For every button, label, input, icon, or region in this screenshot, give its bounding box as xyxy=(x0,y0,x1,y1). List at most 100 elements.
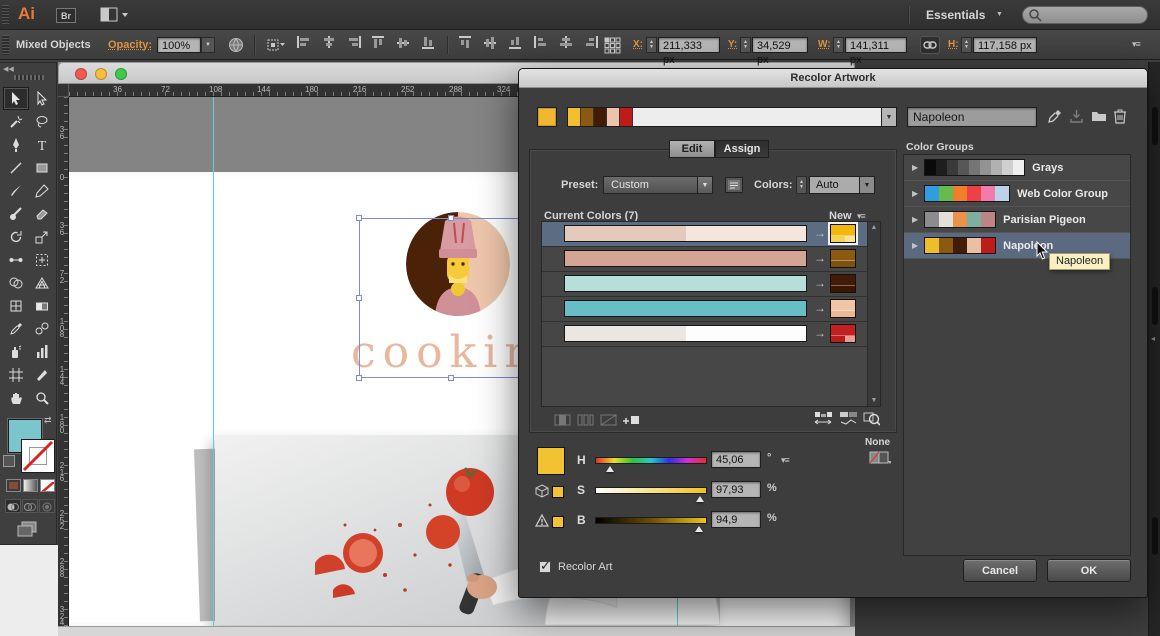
brightness-slider-handle[interactable] xyxy=(695,526,703,532)
merge-colors-icon[interactable] xyxy=(554,413,571,431)
constrain-proportions-button[interactable] xyxy=(920,36,940,54)
color-group-dropdown[interactable]: ▼ xyxy=(567,107,897,127)
save-group-icon[interactable] xyxy=(1069,109,1084,129)
h-field[interactable]: 117,158 px xyxy=(973,37,1037,53)
artboard-tool[interactable] xyxy=(3,363,29,386)
guide-line[interactable] xyxy=(213,97,214,626)
disclosure-triangle-icon[interactable]: ▶ xyxy=(912,215,918,224)
saturation-slider[interactable] xyxy=(595,487,707,494)
hsb-color-swatch[interactable] xyxy=(537,447,565,475)
saturation-slider-handle[interactable] xyxy=(696,496,704,502)
control-panel-menu-icon[interactable]: ▾≡ xyxy=(1132,39,1140,50)
color-group-row-parisian-pigeon[interactable]: ▶Parisian Pigeon xyxy=(904,207,1130,233)
free-transform-tool[interactable] xyxy=(29,248,55,271)
opacity-label[interactable]: Opacity: xyxy=(108,39,152,51)
hue-slider-handle[interactable] xyxy=(606,466,614,472)
dock-handle[interactable] xyxy=(1152,517,1158,555)
rotate-tool[interactable] xyxy=(3,225,29,248)
saturation-value-field[interactable]: 97,93 xyxy=(711,481,761,498)
y-stepper[interactable]: ▲▼ xyxy=(740,37,751,53)
blob-brush-tool[interactable] xyxy=(3,202,29,225)
perspective-grid-tool[interactable] xyxy=(29,271,55,294)
current-color-bar[interactable] xyxy=(564,275,807,292)
gradient-tool[interactable] xyxy=(29,294,55,317)
new-color-swatch[interactable] xyxy=(830,274,856,293)
current-color-bar[interactable] xyxy=(564,300,807,317)
expand-dock-icon[interactable]: ◂ xyxy=(1151,334,1155,343)
align-bottom-icon[interactable] xyxy=(421,35,437,55)
current-color-row[interactable]: → xyxy=(542,247,880,272)
exclude-colors-icon[interactable] xyxy=(600,413,617,431)
current-color-row[interactable]: → xyxy=(542,322,880,347)
h-stepper[interactable]: ▲▼ xyxy=(961,37,972,53)
gradient-mode-button[interactable] xyxy=(23,479,38,492)
selection-handle[interactable] xyxy=(356,215,362,221)
distribute-left-icon[interactable] xyxy=(533,35,549,55)
type-tool[interactable]: T xyxy=(29,133,55,156)
minimize-window-button[interactable] xyxy=(95,68,107,80)
y-field[interactable]: 34,529 px xyxy=(752,37,808,53)
document-setup-icon[interactable] xyxy=(228,37,244,58)
selection-handle[interactable] xyxy=(356,375,362,381)
pencil-tool[interactable] xyxy=(29,179,55,202)
distribute-top-icon[interactable] xyxy=(458,35,474,55)
colors-stepper[interactable]: ▲▼ xyxy=(796,176,807,194)
swap-fill-stroke-icon[interactable]: ⇄ xyxy=(44,415,52,426)
new-color-swatch[interactable] xyxy=(830,249,856,268)
new-color-swatch[interactable] xyxy=(830,324,856,343)
disclosure-triangle-icon[interactable]: ▶ xyxy=(912,241,918,250)
eraser-tool[interactable] xyxy=(29,202,55,225)
width-tool[interactable] xyxy=(3,248,29,271)
distribute-h-center-icon[interactable] xyxy=(558,35,574,55)
collapse-panel-icon[interactable]: ◀◀ xyxy=(3,65,14,73)
selection-handle[interactable] xyxy=(448,375,454,381)
hue-slider[interactable] xyxy=(595,457,707,464)
color-group-row-grays[interactable]: ▶Grays xyxy=(904,155,1130,181)
align-h-center-icon[interactable] xyxy=(321,35,337,55)
color-group-row-web-color-group[interactable]: ▶Web Color Group xyxy=(904,181,1130,207)
magic-wand-tool[interactable] xyxy=(3,110,29,133)
preset-options-button[interactable] xyxy=(725,177,743,193)
eyedropper-tool[interactable] xyxy=(3,317,29,340)
horizontal-scrollbar[interactable] xyxy=(58,626,855,636)
column-graph-tool[interactable] xyxy=(29,340,55,363)
distribute-bottom-icon[interactable] xyxy=(508,35,524,55)
opacity-dropdown-button[interactable]: ▼ xyxy=(201,37,215,53)
zoom-window-button[interactable] xyxy=(115,68,127,80)
distribute-v-center-icon[interactable] xyxy=(483,35,499,55)
dock-handle[interactable] xyxy=(1152,287,1158,325)
direct-selection-tool[interactable] xyxy=(29,87,55,110)
workspace-switcher[interactable]: Essentials xyxy=(926,8,985,22)
opacity-field[interactable]: 100% xyxy=(157,37,201,53)
arrange-documents-button[interactable] xyxy=(100,7,130,23)
stroke-color-swatch[interactable] xyxy=(21,439,55,473)
trash-icon[interactable] xyxy=(1113,108,1127,129)
folder-icon[interactable] xyxy=(1091,109,1107,128)
tab-edit[interactable]: Edit xyxy=(669,140,715,158)
align-left-icon[interactable] xyxy=(296,35,312,55)
disclosure-triangle-icon[interactable]: ▶ xyxy=(912,163,918,172)
recolor-art-checkbox[interactable]: ✓ xyxy=(539,561,551,573)
current-color-row[interactable]: → xyxy=(542,272,880,297)
scroll-down-icon[interactable]: ▼ xyxy=(868,397,880,404)
dropdown-arrow-icon[interactable]: ▼ xyxy=(881,108,896,126)
x-stepper[interactable]: ▲▼ xyxy=(646,37,657,53)
base-color-swatch[interactable] xyxy=(537,107,557,127)
hue-value-field[interactable]: 45,06 xyxy=(711,451,761,468)
eyedropper-icon[interactable] xyxy=(1047,109,1062,129)
preset-dropdown[interactable]: Custom ▼ xyxy=(603,176,713,194)
w-label[interactable]: W: xyxy=(818,39,831,50)
transform-grid-icon[interactable] xyxy=(602,36,622,54)
zoom-tool[interactable] xyxy=(29,386,55,409)
tab-assign[interactable]: Assign xyxy=(715,140,769,158)
current-color-bar[interactable] xyxy=(564,250,807,267)
shape-builder-tool[interactable] xyxy=(3,271,29,294)
hand-tool[interactable] xyxy=(3,386,29,409)
bridge-button[interactable]: Br xyxy=(56,8,76,23)
random-saturation-icon[interactable] xyxy=(839,411,859,431)
h-label[interactable]: H: xyxy=(948,39,959,50)
current-color-bar[interactable] xyxy=(564,325,807,342)
dialog-title[interactable]: Recolor Artwork xyxy=(519,69,1147,88)
web-safe-swatch[interactable] xyxy=(552,486,564,498)
none-mode-button[interactable] xyxy=(40,479,55,492)
